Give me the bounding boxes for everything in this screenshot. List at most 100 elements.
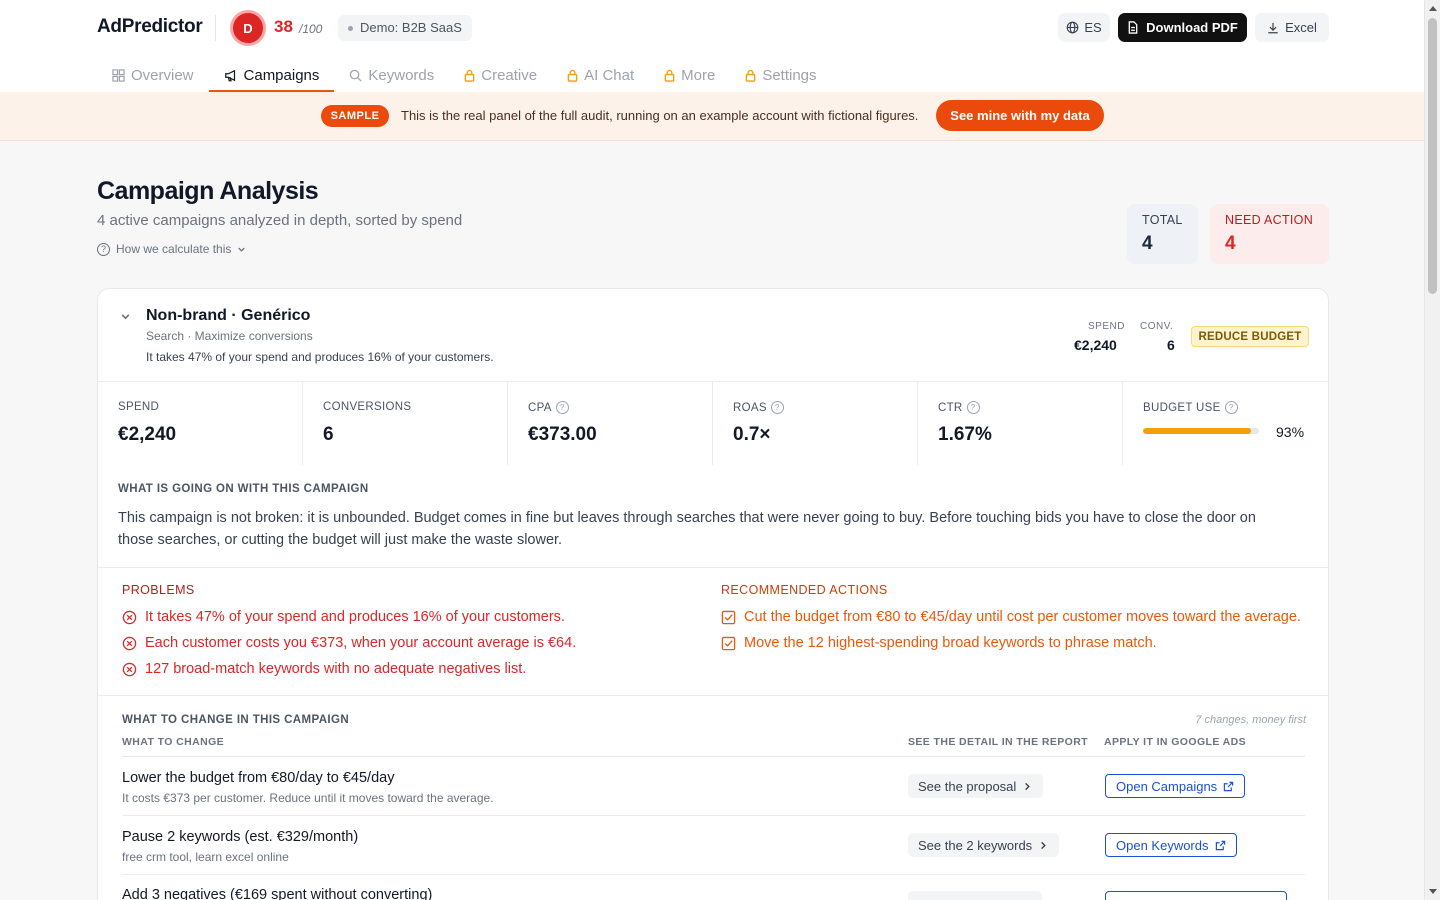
changes-heading: WHAT TO CHANGE IN THIS CAMPAIGN [122,714,350,726]
tab-campaigns[interactable]: Campaigns [208,58,335,92]
globe-icon [1066,21,1079,34]
see-detail-button[interactable]: See the proposal [908,774,1044,798]
help-icon[interactable]: ? [555,401,569,414]
demo-account-pill: Demo: B2B SaaS [338,15,472,41]
problem-item: 127 broad-match keywords with no adequat… [122,659,692,679]
how-we-calculate-toggle[interactable]: ? How we calculate this [97,242,246,256]
check-square-icon [721,610,736,625]
change-subtitle: It costs €373 per customer. Reduce until… [122,791,494,805]
scroll-up-arrow-icon[interactable] [1429,6,1437,11]
campaign-name[interactable]: Non-brand · Genérico [146,307,310,325]
main-tabs: Overview Campaigns Keywords Creative AI … [97,58,832,92]
grid-icon [112,68,125,82]
sample-tag: SAMPLE [321,105,389,127]
metric-label: ROAS? [733,401,784,414]
metric-ctr: CTR? 1.67% [918,382,1123,465]
scroll-down-arrow-icon[interactable] [1429,889,1437,894]
campaign-diagnosis: WHAT IS GOING ON WITH THIS CAMPAIGN This… [98,464,1328,567]
score-max: /100 [299,22,323,36]
score-grade-badge: D [230,10,266,46]
download-pdf-button[interactable]: Download PDF [1118,13,1247,42]
x-circle-icon [122,662,137,677]
tab-overview[interactable]: Overview [97,58,209,92]
change-title: Add 3 negatives (€169 spent without conv… [122,887,433,900]
metric-label: CONVERSIONS [323,401,412,413]
chevron-down-icon [121,314,130,320]
lock-icon [464,69,475,82]
budget-progress-fill [1143,428,1251,434]
tab-creative[interactable]: Creative [449,58,552,92]
tab-label: Campaigns [243,66,320,84]
open-in-google-ads-button[interactable]: Open Keywords [1105,833,1237,857]
check-square-icon [721,636,736,651]
tab-ai-chat[interactable]: AI Chat [552,58,649,92]
metric-cpa: CPA? €373.00 [508,382,713,465]
stat-need-action-value: 4 [1225,233,1236,254]
x-circle-icon [122,636,137,651]
column-header-what: WHAT TO CHANGE [122,736,225,748]
action-item: Move the 12 highest-spending broad keywo… [721,633,1301,653]
campaign-summary: It takes 47% of your spend and produces … [146,350,494,364]
excel-label: Excel [1285,20,1317,35]
tab-label: Creative [481,66,538,84]
change-row: Lower the budget from €80/day to €45/day… [122,757,1305,816]
x-circle-icon [122,610,137,625]
search-icon [350,69,362,82]
lock-icon [567,69,578,82]
metric-roas: ROAS? 0.7× [713,382,918,465]
actions-heading: RECOMMENDED ACTIONS [721,583,888,597]
see-mine-button[interactable]: See mine with my data [936,100,1104,131]
change-title: Lower the budget from €80/day to €45/day [122,770,395,786]
tab-settings[interactable]: Settings [730,58,831,92]
language-label: ES [1084,20,1102,35]
tab-label: AI Chat [584,66,635,84]
tab-label: Overview [131,66,194,84]
page-scrollbar[interactable] [1424,0,1440,900]
help-icon[interactable]: ? [1224,401,1238,414]
metric-value: 6 [323,424,334,445]
how-we-calculate-label: How we calculate this [116,242,232,256]
open-in-google-ads-button[interactable] [1105,891,1287,900]
language-button[interactable]: ES [1058,13,1110,42]
stat-total-label: TOTAL [1142,213,1183,227]
lock-icon [746,69,756,82]
problem-item: Each customer costs you €373, when your … [122,633,692,653]
change-row: Pause 2 keywords (est. €329/month) free … [122,816,1305,875]
column-header-detail: SEE THE DETAIL IN THE REPORT [908,736,1088,748]
top-header: AdPredictor D 38 /100 Demo: B2B SaaS ES … [0,0,1424,92]
page-title: Campaign Analysis [97,177,319,205]
problems-actions: PROBLEMS It takes 47% of your spend and … [98,567,1328,695]
document-icon [1128,21,1138,34]
chevron-down-icon [238,247,246,252]
download-icon [1268,22,1278,33]
diagnosis-heading: WHAT IS GOING ON WITH THIS CAMPAIGN [118,483,369,495]
stat-total-value: 4 [1142,233,1153,254]
metric-value: 1.67% [938,424,992,445]
sample-banner-text: This is the real panel of the full audit… [401,108,919,123]
help-icon[interactable]: ? [770,401,784,414]
collapse-toggle[interactable] [120,311,131,322]
tab-more[interactable]: More [649,58,730,92]
status-dot [348,26,353,31]
excel-export-button[interactable]: Excel [1255,13,1329,42]
metric-label: SPEND [118,401,160,413]
tab-keywords[interactable]: Keywords [334,58,449,92]
changes-meta: 7 changes, money first [1195,714,1306,726]
open-in-google-ads-button[interactable]: Open Campaigns [1105,774,1246,798]
brand-logo[interactable]: AdPredictor [97,16,203,38]
column-header-apply: APPLY IT IN GOOGLE ADS [1104,736,1247,748]
help-icon[interactable]: ? [966,401,980,414]
change-subtitle: free crm tool, learn excel online [122,850,289,864]
see-detail-button[interactable] [908,891,1042,900]
chevron-right-icon [1041,841,1046,849]
header-divider [215,15,216,41]
external-link-icon [1215,840,1225,850]
stat-need-action-label: NEED ACTION [1225,213,1314,227]
lock-icon [664,69,675,82]
see-detail-button[interactable]: See the 2 keywords [908,833,1060,857]
campaign-type: Search · Maximize conversions [146,329,313,343]
metric-label: CPA? [528,401,569,414]
chevron-right-icon [1025,782,1031,790]
scrollbar-thumb[interactable] [1428,18,1437,294]
changes-section: WHAT TO CHANGE IN THIS CAMPAIGN 7 change… [98,695,1328,900]
